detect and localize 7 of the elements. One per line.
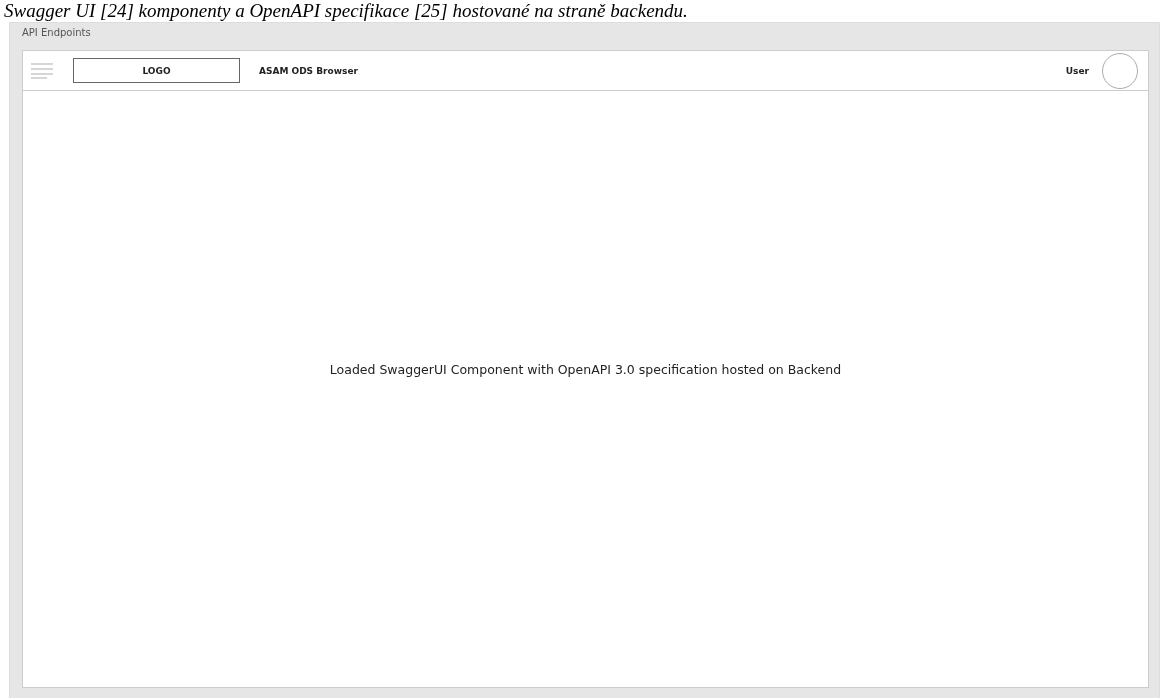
document-caption: Swagger UI [24] komponenty a OpenAPI specifikace [25] hostované na straně backendu. [4,0,688,22]
user-name[interactable]: User [1065,65,1089,76]
placeholder-message: Loaded SwaggerUI Component with OpenAPI 3.0 specification hosted on Backend [329,361,842,377]
logo-field: LOGO [73,58,240,83]
window-title: API Endpoints [22,26,91,40]
app-title: ASAM ODS Browser [259,65,358,76]
menu-icon[interactable] [31,62,53,79]
